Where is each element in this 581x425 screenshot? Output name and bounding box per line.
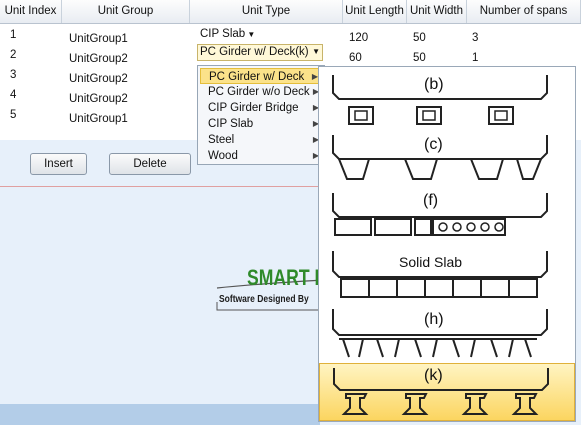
cell-group[interactable]: UnitGroup2 bbox=[69, 73, 128, 85]
cell-type[interactable]: CIP Slab ▼ bbox=[200, 28, 255, 40]
menu-item-cip-girder-bridge[interactable]: CIP Girder Bridge ▶ bbox=[200, 100, 322, 116]
cell-index: 2 bbox=[10, 49, 17, 61]
box-beam-c-icon bbox=[332, 135, 548, 180]
combo-value: PC Girder w/ Deck(k) bbox=[200, 46, 309, 58]
insert-button[interactable]: Insert bbox=[30, 153, 87, 175]
cell-index: 4 bbox=[10, 89, 17, 101]
i-girder-k-icon bbox=[333, 368, 549, 415]
cell-spans[interactable]: 3 bbox=[472, 32, 478, 44]
section-option-solid-slab[interactable]: Solid Slab bbox=[319, 243, 575, 301]
cell-width[interactable]: 50 bbox=[413, 52, 426, 64]
dropdown-arrow-icon[interactable]: ▼ bbox=[312, 47, 320, 56]
solid-slab-icon bbox=[332, 251, 548, 298]
cell-group[interactable]: UnitGroup1 bbox=[69, 113, 128, 125]
cell-spans[interactable]: 1 bbox=[472, 52, 478, 64]
col-header-unit-index[interactable]: Unit Index bbox=[0, 0, 62, 23]
menu-item-cip-slab[interactable]: CIP Slab ▶ bbox=[200, 116, 322, 132]
col-header-unit-length[interactable]: Unit Length bbox=[343, 0, 407, 23]
menu-item-pc-girder-wo-deck[interactable]: PC Girder w/o Deck ▶ bbox=[200, 84, 322, 100]
menu-item-wood[interactable]: Wood ▶ bbox=[200, 148, 322, 164]
cell-group[interactable]: UnitGroup2 bbox=[69, 53, 128, 65]
smart-bridge-logo: SMART BR Software Designed By bbox=[215, 262, 340, 318]
cell-group[interactable]: UnitGroup1 bbox=[69, 33, 128, 45]
menu-item-pc-girder-w-deck[interactable]: PC Girder w/ Deck ▶ bbox=[200, 68, 322, 84]
cell-width[interactable]: 50 bbox=[413, 32, 426, 44]
section-option-k[interactable]: (k) bbox=[319, 363, 575, 421]
section-option-f[interactable]: (f) bbox=[319, 189, 575, 241]
col-header-unit-width[interactable]: Unit Width bbox=[407, 0, 467, 23]
cell-length[interactable]: 120 bbox=[349, 32, 368, 44]
divider bbox=[0, 186, 325, 187]
section-option-h[interactable]: (h) bbox=[319, 303, 575, 361]
grid-header: Unit Index Unit Group Unit Type Unit Len… bbox=[0, 0, 581, 24]
menu-item-steel[interactable]: Steel ▶ bbox=[200, 132, 322, 148]
cell-index: 5 bbox=[10, 109, 17, 121]
option-label: (k) bbox=[424, 367, 443, 384]
option-label: (f) bbox=[423, 192, 439, 209]
section-option-b[interactable]: (b) bbox=[319, 69, 575, 127]
cell-index: 3 bbox=[10, 69, 17, 81]
cell-index: 1 bbox=[10, 29, 17, 41]
col-header-unit-group[interactable]: Unit Group bbox=[62, 0, 190, 23]
col-header-number-of-spans[interactable]: Number of spans bbox=[467, 0, 581, 23]
section-option-c[interactable]: (c) bbox=[319, 129, 575, 187]
option-label: (b) bbox=[424, 76, 444, 93]
cell-group[interactable]: UnitGroup2 bbox=[69, 93, 128, 105]
status-strip bbox=[0, 404, 320, 425]
delete-button[interactable]: Delete bbox=[109, 153, 191, 175]
box-girder-b-icon bbox=[332, 75, 548, 125]
option-label: (h) bbox=[424, 311, 444, 328]
voided-slab-f-icon bbox=[332, 193, 548, 236]
option-label: (c) bbox=[424, 136, 443, 153]
tee-beam-h-icon bbox=[332, 309, 548, 358]
dropdown-arrow-icon[interactable]: ▼ bbox=[245, 30, 255, 39]
col-header-unit-type[interactable]: Unit Type bbox=[190, 0, 343, 23]
unit-type-menu: PC Girder w/ Deck ▶ PC Girder w/o Deck ▶ C… bbox=[197, 65, 325, 165]
unit-type-combo[interactable]: PC Girder w/ Deck(k) ▼ bbox=[197, 44, 323, 61]
cell-length[interactable]: 60 bbox=[349, 52, 362, 64]
section-submenu: (b) (c) (f) Solid Slab (h) (k) bbox=[318, 66, 576, 422]
option-label: Solid Slab bbox=[399, 254, 463, 270]
logo-subtitle: Software Designed By bbox=[219, 294, 309, 305]
